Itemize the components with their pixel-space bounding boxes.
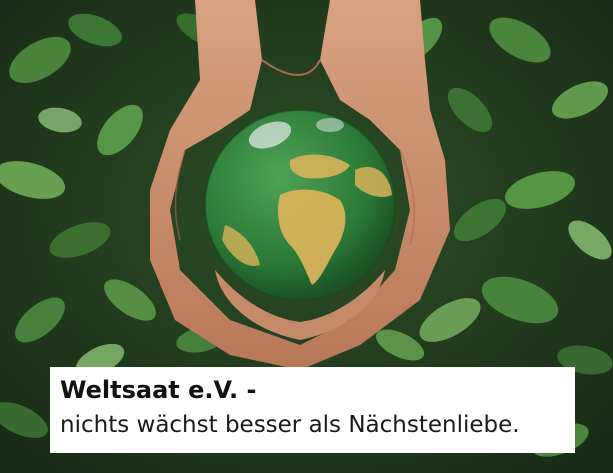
caption-box: Weltsaat e.V. - nichts wächst besser als…: [50, 367, 575, 453]
photo-scene: Weltsaat e.V. - nichts wächst besser als…: [0, 0, 613, 473]
caption-title: Weltsaat e.V. -: [60, 376, 257, 404]
caption-subtitle: nichts wächst besser als Nächstenliebe.: [60, 412, 520, 438]
globe: [204, 109, 396, 301]
